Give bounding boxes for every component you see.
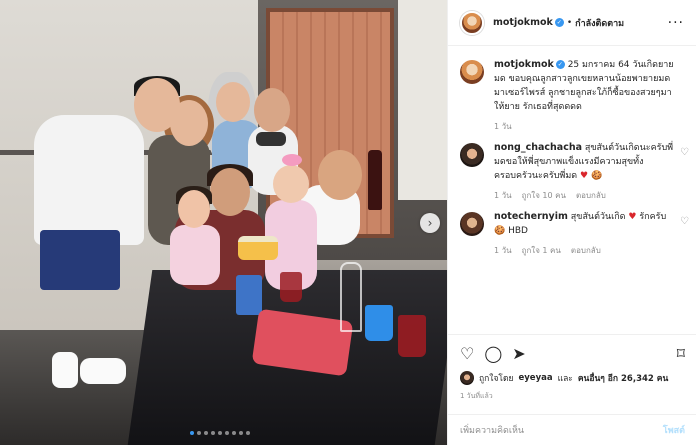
caption: motjokmok ✓ 25 มกราคม 64 วันเกิดยายมด ขอบ… [460,58,685,133]
action-icons: ♡ ◯ ➤ ⌑ [460,339,685,369]
comment-username[interactable]: nong_chachacha [494,142,582,153]
carousel-dot [225,431,229,435]
liked-by-prefix: ถูกใจโดย [479,374,514,384]
post-header: motjokmok ✓ • กำลังติดตาม ··· [448,0,696,46]
carousel-dot [246,431,250,435]
more-options-icon[interactable]: ··· [668,15,684,31]
carousel-dot [218,431,222,435]
comment-likes[interactable]: ถูกใจ 1 คน [522,244,561,257]
carousel-dot [232,431,236,435]
commenter-avatar[interactable] [460,143,484,167]
comment-text-2: รักครับ [639,212,667,222]
post-actions: ♡ ◯ ➤ ⌑ ถูกใจโดย eyeyaa และ คนอื่นๆ อีก … [448,334,696,402]
carousel-dot [190,431,194,435]
author-username[interactable]: motjokmok [493,17,553,28]
post-date[interactable]: 1 วันที่แล้ว [460,391,685,402]
comment-username[interactable]: notechernyim [494,211,568,222]
comment-bubble-icon[interactable]: ◯ [484,346,502,362]
caption-avatar[interactable] [460,60,484,84]
comment-like-heart-icon[interactable]: ♡ [680,216,689,227]
post-sidebar: motjokmok ✓ • กำลังติดตาม ··· motjokmok ✓… [447,0,696,445]
comment-emoji: ♥ [628,212,637,222]
post-photo[interactable]: › [0,0,447,445]
comment-item: nong_chachacha สุขสันต์วันเกิดนะครับพี่ม… [460,141,689,202]
liked-by-and: และ [557,374,573,384]
carousel-next-button[interactable]: › [420,213,440,233]
verified-badge-icon: ✓ [555,60,565,69]
liked-by-user[interactable]: eyeyaa [519,373,553,383]
caption-username[interactable]: motjokmok [494,59,554,70]
window [398,0,447,200]
carousel-dots [190,431,250,435]
post-comment-button[interactable]: โพสต์ [663,423,685,437]
bookmark-icon[interactable]: ⌑ [677,346,685,362]
liked-by: ถูกใจโดย eyeyaa และ คนอื่นๆ อีก 26,342 ค… [460,371,685,385]
carousel-dot [211,431,215,435]
comment-like-heart-icon[interactable]: ♡ [680,147,689,158]
red-cup [280,272,302,302]
red-glass [398,315,426,357]
reply-button[interactable]: ตอบกลับ [576,189,606,202]
verified-badge-icon: ✓ [554,18,564,27]
following-button[interactable]: กำลังติดตาม [575,16,624,30]
comment-likes[interactable]: ถูกใจ 10 คน [522,189,566,202]
author-avatar[interactable] [460,10,484,35]
commenter-avatar[interactable] [460,212,484,236]
carousel-dot [204,431,208,435]
caption-time[interactable]: 1 วัน [494,120,512,133]
comment-emoji-2: 🍪 [494,226,506,236]
birthday-cake [238,236,278,260]
comment-item: notechernyim สุขสันต์วันเกิด ♥ รักครับ🍪 … [460,210,689,257]
comment-time[interactable]: 1 วัน [494,189,512,202]
comment-text: สุขสันต์วันเกิด [570,212,626,222]
comment-time[interactable]: 1 วัน [494,244,512,257]
comment-emoji: ♥ 🍪 [580,171,603,181]
blue-cup [365,305,393,341]
liked-by-others[interactable]: คนอื่นๆ อีก 26,342 คน [578,371,668,385]
carousel-dot [197,431,201,435]
like-heart-icon[interactable]: ♡ [460,346,474,362]
share-send-icon[interactable]: ➤ [512,346,525,362]
comments-list[interactable]: motjokmok ✓ 25 มกราคม 64 วันเกิดยายมด ขอบ… [448,58,696,322]
reply-button[interactable]: ตอบกลับ [571,244,601,257]
wine-bottle [368,150,382,210]
carousel-dot [239,431,243,435]
liker-avatar[interactable] [460,371,474,385]
wine-glass [340,262,362,332]
comment-text-3: HBD [508,226,528,236]
gift-box [236,275,262,315]
separator-dot: • [566,17,573,28]
add-comment-bar: เพิ่มความคิดเห็น โพสต์ [448,414,696,445]
add-comment-input[interactable]: เพิ่มความคิดเห็น [460,423,524,437]
